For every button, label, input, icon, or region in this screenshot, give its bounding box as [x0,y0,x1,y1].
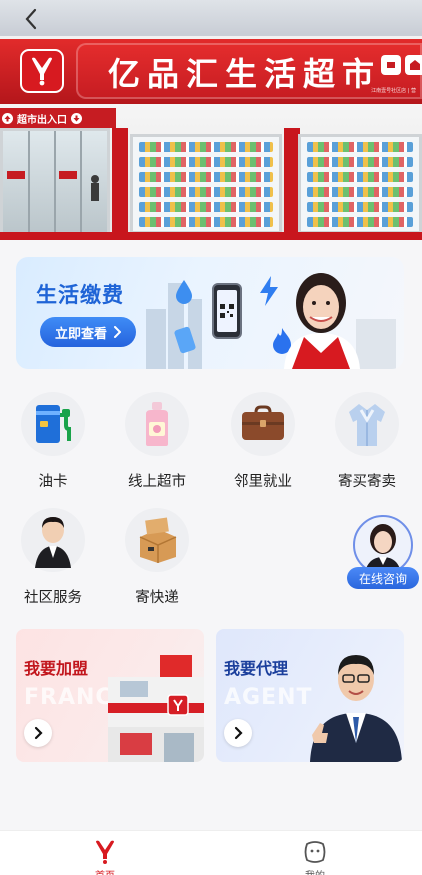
pillar [112,128,128,240]
agent-arrow-button[interactable] [224,719,252,747]
storefront: 超市出入口 [0,104,422,240]
brand-logo-icon [20,49,64,93]
consult-label: 在线咨询 [347,567,419,589]
agent-title: 我要代理 [224,659,289,678]
store-signboard: 亿品汇生活超市 江南壹号社区店 | 营 [0,36,422,104]
category-label: 寄快递 [135,590,179,606]
view-now-label: 立即查看 [54,326,107,342]
category-neighborhood-jobs[interactable]: 邻里就业 [218,392,308,491]
store-hero-image: 亿品汇生活超市 江南壹号社区店 | 营 超市出入口 [0,0,422,240]
shirt-icon [335,392,399,456]
store-shelves [130,134,282,234]
cart-icon [381,55,401,75]
phone-card-icon [174,326,196,354]
bottom-tab-bar: 首页 我的 [0,830,422,875]
category-label: 社区服务 [24,590,82,606]
category-consignment[interactable]: 寄买寄卖 [322,392,412,491]
franchise-card[interactable]: 我要加盟 FRANCHISE [16,629,204,762]
chevron-right-icon [234,726,243,740]
agent-watermark: AGENT [224,685,313,710]
banner-title: 生活缴费 [36,283,124,307]
category-label: 油卡 [38,474,68,490]
qr-code-icon [220,304,234,318]
tab-mine-label: 我的 [285,867,345,875]
view-now-button[interactable]: 立即查看 [40,317,136,347]
store-address: 江南壹号社区店 | 营 [371,88,416,94]
store-base [0,232,422,240]
chevron-right-icon [114,326,121,338]
exit-sign: 超市出入口 [0,108,116,128]
chevron-right-icon [34,726,43,740]
consultant-avatar [353,515,413,575]
briefcase-icon [231,392,295,456]
parcel-box-icon [125,508,189,572]
category-fuel-card[interactable]: 油卡 [8,392,98,491]
store-shelves [298,134,422,234]
detergent-bottle-icon [125,392,189,456]
service-woman-illustration [284,273,360,369]
category-send-parcel[interactable]: 寄快递 [112,508,202,607]
exit-label: 超市出入口 [17,114,67,126]
store-building-illustration [108,655,204,762]
arrow-down-icon [71,112,82,124]
category-label: 线上超市 [128,474,186,490]
back-button[interactable] [18,6,44,32]
fuel-card-icon [21,392,85,456]
store-name: 亿品汇生活超市 [108,55,382,93]
service-staff-icon [21,508,85,572]
category-online-supermarket[interactable]: 线上超市 [112,392,202,491]
agent-card[interactable]: 我要代理 AGENT [216,629,404,762]
franchise-arrow-button[interactable] [24,719,52,747]
online-consult-button[interactable]: 在线咨询 [347,515,421,591]
payment-banner[interactable]: 生活缴费 立即查看 [16,257,404,369]
category-label: 寄买寄卖 [338,474,396,490]
businessman-illustration [310,655,402,762]
tab-mine[interactable]: 我的 [285,839,345,875]
tab-home-label: 首页 [75,867,135,875]
profile-face-icon [302,839,328,865]
category-label: 邻里就业 [234,474,292,490]
franchise-title: 我要加盟 [24,659,89,678]
qr-phone-icon [212,283,242,339]
category-community-service[interactable]: 社区服务 [8,508,98,607]
sign-panel: 亿品汇生活超市 江南壹号社区店 | 营 [76,43,422,99]
shop-icon [405,55,422,75]
chevron-left-icon [25,8,37,30]
tab-home[interactable]: 首页 [75,839,135,875]
glass-entrance [0,128,110,240]
arrow-up-icon [2,112,13,124]
home-logo-icon [92,839,118,865]
water-drop-icon [176,280,192,304]
city-skyline [146,309,166,369]
